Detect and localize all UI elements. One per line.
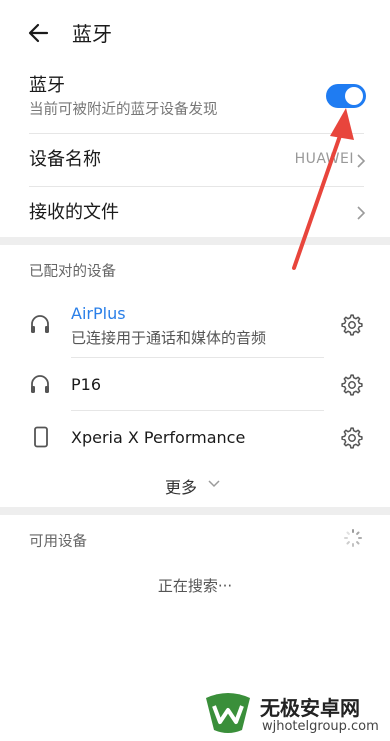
paired-device-row[interactable]: P16 bbox=[0, 358, 390, 410]
headphones-icon bbox=[31, 375, 49, 393]
headphones-icon bbox=[31, 315, 49, 333]
available-section-label: 可用设备 bbox=[29, 534, 87, 550]
watermark-url: wjhotelgroup.com bbox=[262, 719, 379, 734]
page-title: 蓝牙 bbox=[72, 22, 112, 46]
searching-text: 正在搜索··· bbox=[157, 577, 233, 595]
gear-icon[interactable] bbox=[341, 427, 363, 449]
bluetooth-subtitle: 当前可被附近的蓝牙设备发现 bbox=[29, 102, 218, 118]
bluetooth-label: 蓝牙 bbox=[29, 75, 65, 96]
paired-section-label: 已配对的设备 bbox=[29, 264, 116, 280]
phone-icon bbox=[34, 426, 48, 448]
watermark-brand: 无极安卓网 bbox=[260, 696, 360, 720]
gear-icon[interactable] bbox=[341, 314, 363, 336]
loading-spinner-icon bbox=[344, 529, 362, 547]
more-label: 更多 bbox=[165, 478, 198, 497]
device-name: AirPlus bbox=[71, 304, 126, 323]
paired-device-row[interactable]: Xperia X Performance bbox=[0, 411, 390, 465]
device-status: 已连接用于通话和媒体的音频 bbox=[71, 329, 267, 347]
chevron-down-icon bbox=[208, 480, 220, 488]
back-arrow-icon[interactable] bbox=[26, 20, 52, 46]
paired-device-row[interactable]: AirPlus 已连接用于通话和媒体的音频 bbox=[0, 296, 390, 356]
device-name: Xperia X Performance bbox=[71, 428, 246, 447]
app-header: 蓝牙 bbox=[0, 0, 390, 68]
device-name: P16 bbox=[71, 375, 102, 394]
brand-logo-icon bbox=[206, 693, 250, 733]
section-divider bbox=[0, 507, 390, 515]
gear-icon[interactable] bbox=[341, 374, 363, 396]
red-arrow-annotation bbox=[292, 108, 354, 270]
device-name-label: 设备名称 bbox=[29, 149, 101, 170]
received-files-label: 接收的文件 bbox=[29, 202, 119, 223]
watermark: 无极安卓网 wjhotelgroup.com bbox=[200, 688, 390, 741]
more-button[interactable]: 更多 bbox=[145, 470, 245, 500]
